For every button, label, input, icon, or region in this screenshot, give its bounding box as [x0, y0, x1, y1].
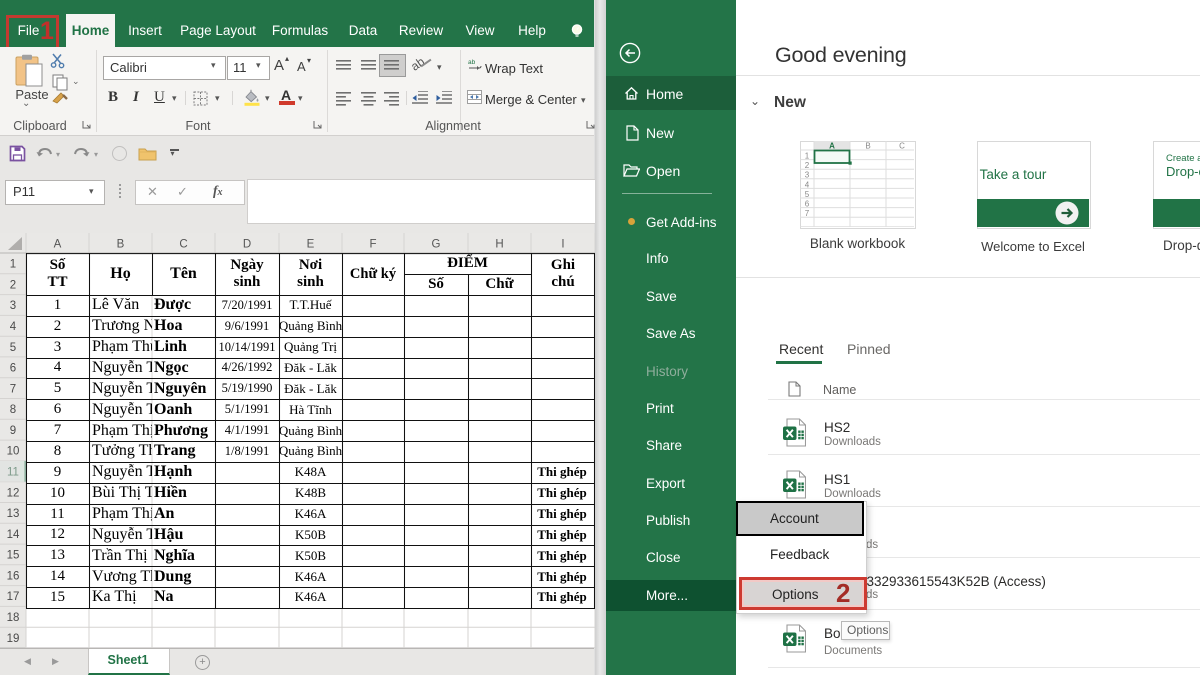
svg-text:18: 18 — [7, 612, 20, 624]
svg-text:6: 6 — [805, 200, 810, 209]
svg-text:F: F — [369, 239, 376, 251]
svg-text:3: 3 — [805, 171, 810, 180]
svg-text:C: C — [179, 239, 187, 251]
svg-text:A: A — [829, 142, 835, 151]
svg-text:E: E — [307, 239, 315, 251]
svg-text:5: 5 — [805, 190, 810, 199]
svg-text:B: B — [117, 239, 125, 251]
svg-text:C: C — [899, 142, 905, 151]
svg-text:I: I — [561, 239, 564, 251]
svg-text:4: 4 — [805, 180, 810, 189]
svg-text:A: A — [54, 239, 62, 251]
svg-text:D: D — [243, 239, 251, 251]
svg-text:19: 19 — [7, 633, 20, 645]
svg-text:H: H — [495, 239, 503, 251]
svg-text:7: 7 — [805, 209, 810, 218]
svg-text:G: G — [432, 239, 441, 251]
svg-text:2: 2 — [805, 161, 810, 170]
svg-text:1: 1 — [805, 152, 810, 161]
svg-text:ab: ab — [468, 59, 476, 66]
svg-text:B: B — [865, 142, 870, 151]
